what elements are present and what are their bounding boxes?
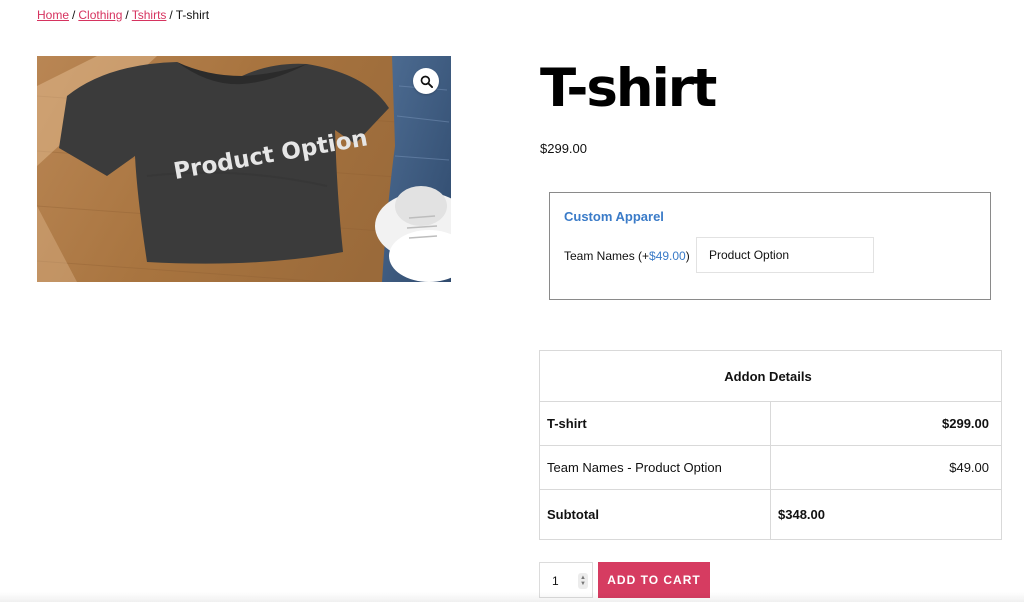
breadcrumb: Home / Clothing / Tshirts / T-shirt [37,8,209,22]
subtotal-value: $348.00 [770,489,1002,540]
addon-field-label-text: Team Names (+ [564,249,650,263]
addon-details-table: Addon Details T-shirt $299.00 Team Names… [539,350,1002,540]
product-price: $299.00 [540,141,587,156]
addon-price: $49.00 [649,249,686,263]
team-names-input[interactable] [696,237,874,273]
addon-group-title: Custom Apparel [564,209,664,224]
product-title: T-shirt [540,58,717,119]
breadcrumb-tshirts-link[interactable]: Tshirts [132,8,167,22]
table-row: Team Names - Product Option $49.00 [539,445,1002,490]
breadcrumb-separator: / [72,8,76,22]
subtotal-row: Subtotal $348.00 [539,489,1002,540]
subtotal-label: Subtotal [539,489,771,540]
spinner-arrows-icon[interactable]: ▲ ▼ [578,573,588,589]
addon-details-header: Addon Details [539,350,1002,402]
addon-field-label: Team Names (+$49.00) [564,249,690,263]
breadcrumb-separator: / [169,8,173,22]
breadcrumb-clothing-link[interactable]: Clothing [78,8,122,22]
product-gallery[interactable]: Product Option [37,56,451,282]
row-value: $49.00 [770,445,1002,490]
magnifier-icon [420,75,433,88]
addon-field-label-close: ) [685,249,690,263]
table-row: T-shirt $299.00 [539,401,1002,446]
bottom-shadow [0,592,1024,602]
addon-group: Custom Apparel Team Names (+$49.00) [549,192,991,300]
breadcrumb-separator: / [125,8,129,22]
product-image: Product Option [37,56,451,282]
zoom-button[interactable] [413,68,439,94]
row-value: $299.00 [770,401,1002,446]
row-label: T-shirt [539,401,771,446]
quantity-value[interactable]: 1 [552,574,559,588]
row-label: Team Names - Product Option [539,445,771,490]
breadcrumb-home-link[interactable]: Home [37,8,69,22]
breadcrumb-current: T-shirt [175,8,210,22]
